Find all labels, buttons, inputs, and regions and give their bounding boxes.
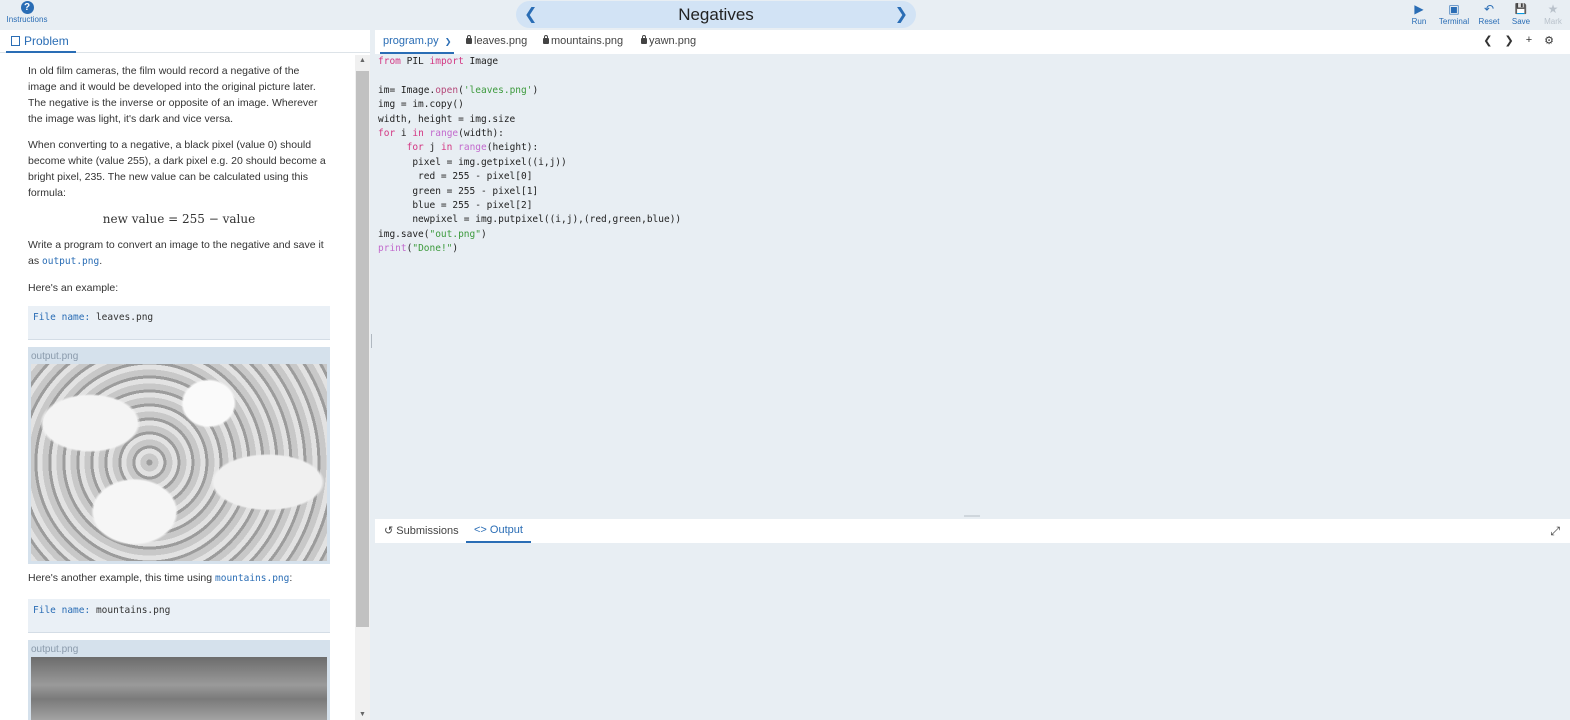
lock-icon [543, 35, 549, 44]
editor-file-tabs: program.py ❯ leaves.png mountains.png ya… [375, 30, 1570, 54]
file-name-key: File name: [33, 605, 91, 616]
output-filename-code: output.png [42, 256, 100, 267]
mark-button[interactable]: ★ Mark [1540, 2, 1566, 26]
problem-pane: Problem In old film cameras, the film wo… [0, 30, 370, 720]
mountains-filename-code: mountains.png [215, 573, 290, 584]
chevron-right-icon[interactable]: ❯ [1504, 34, 1513, 47]
scrollbar-thumb[interactable] [356, 71, 369, 627]
paragraph-example: Here's an example: [28, 282, 119, 294]
paragraph-intro: In old film cameras, the film would reco… [28, 65, 318, 125]
output-label: output.png [31, 351, 79, 362]
output-panel [375, 543, 1570, 720]
reset-label: Reset [1478, 17, 1500, 26]
tab-mountains-png-label: mountains.png [551, 35, 624, 47]
chevron-right-icon: ❯ [444, 37, 452, 46]
horizontal-resize-handle[interactable] [964, 515, 980, 517]
top-bar: ? Instructions ❮ Negatives ❯ ▶ Run ▣ Ter… [0, 0, 1570, 30]
chevron-left-icon[interactable]: ❮ [1483, 34, 1492, 47]
undo-icon: ↶ [1483, 2, 1495, 16]
paragraph-conversion: When converting to a negative, a black p… [28, 139, 326, 199]
terminal-button[interactable]: ▣ Terminal [1438, 2, 1470, 26]
next-chevron-icon[interactable]: ❯ [895, 4, 908, 24]
expand-icon[interactable]: ⤢ [1550, 524, 1560, 539]
paragraph-another-example: Here's another example, this time using … [28, 570, 330, 587]
another-example-text: Here's another example, this time using [28, 572, 216, 584]
code-icon: <> [474, 524, 487, 536]
tab-leaves-png[interactable]: leaves.png [466, 35, 527, 47]
scroll-down-arrow-icon[interactable]: ▼ [359, 711, 366, 718]
run-button[interactable]: ▶ Run [1406, 2, 1432, 26]
title-bar: ❮ Negatives ❯ [516, 1, 916, 28]
tab-program-py[interactable]: program.py ❯ [380, 35, 455, 54]
example-input-box-2: File name: mountains.png [28, 599, 330, 633]
floppy-icon: 💾 [1514, 4, 1528, 15]
tab-mountains-png[interactable]: mountains.png [543, 35, 623, 47]
tab-output[interactable]: <> Output [466, 524, 531, 543]
editor-tab-tools: ❮ ❯ + ⚙ [1483, 34, 1554, 47]
paragraph-task: Write a program to convert an image to t… [28, 237, 330, 270]
lock-icon [641, 35, 647, 44]
tab-leaves-png-label: leaves.png [474, 35, 528, 47]
star-icon: ★ [1547, 2, 1559, 16]
code-content[interactable]: from PIL import Image im= Image.open('le… [378, 55, 681, 257]
problem-scrollbar[interactable]: ▲ ▼ [355, 55, 370, 720]
save-button[interactable]: 💾 Save [1508, 2, 1534, 26]
tab-program-py-label: program.py [383, 35, 439, 47]
file-name-value: leaves.png [95, 312, 154, 323]
tab-output-label: Output [489, 524, 523, 536]
file-name-value: mountains.png [95, 605, 171, 616]
tab-submissions[interactable]: ↺ Submissions [384, 524, 459, 543]
tab-yawn-png-label: yawn.png [649, 35, 697, 47]
instructions-button[interactable]: ? Instructions [4, 1, 50, 24]
tab-yawn-png[interactable]: yawn.png [641, 35, 696, 47]
formula: new value = 255 − value [102, 212, 256, 226]
document-icon [11, 36, 20, 46]
mark-label: Mark [1544, 17, 1562, 26]
tab-problem[interactable]: Problem [6, 31, 76, 53]
instructions-label: Instructions [6, 15, 48, 24]
terminal-icon: ▣ [1448, 2, 1460, 16]
example-output-box-1: output.png [28, 347, 330, 564]
mountains-negative-image [31, 657, 327, 720]
toolbar: ▶ Run ▣ Terminal ↶ Reset 💾 Save ★ Mark [1406, 2, 1566, 26]
terminal-label: Terminal [1438, 17, 1470, 26]
page-title: Negatives [678, 5, 754, 24]
example-input-box-1: File name: leaves.png [28, 306, 330, 340]
question-icon: ? [20, 1, 34, 14]
pane-resize-handle[interactable] [371, 334, 373, 348]
file-name-key: File name: [33, 312, 91, 323]
problem-tabs: Problem [0, 30, 370, 53]
problem-content: In old film cameras, the film would reco… [28, 63, 330, 720]
reset-button[interactable]: ↶ Reset [1476, 2, 1502, 26]
task-text-end: . [99, 255, 103, 267]
leaves-negative-image [31, 364, 327, 561]
bottom-panel-tabs: ↺ Submissions <> Output ⤢ [375, 519, 1570, 543]
save-label: Save [1511, 17, 1531, 26]
example-output-box-2: output.png [28, 640, 330, 720]
code-editor[interactable]: from PIL import Image im= Image.open('le… [375, 54, 1570, 515]
output-label: output.png [31, 644, 79, 655]
tab-submissions-label: Submissions [396, 525, 459, 537]
gear-icon[interactable]: ⚙ [1544, 34, 1554, 47]
scroll-up-arrow-icon[interactable]: ▲ [359, 57, 366, 64]
play-icon: ▶ [1414, 2, 1424, 16]
lock-icon [466, 35, 472, 44]
tab-problem-label: Problem [24, 34, 69, 48]
run-label: Run [1411, 17, 1427, 26]
another-example-end: : [289, 572, 293, 584]
history-icon: ↺ [384, 525, 394, 537]
add-file-icon[interactable]: + [1526, 34, 1532, 47]
